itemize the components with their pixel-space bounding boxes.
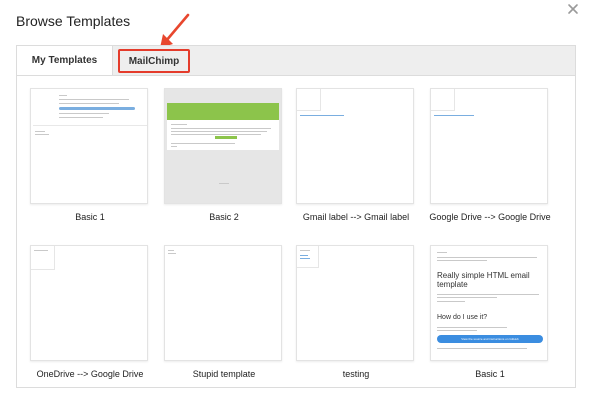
template-name: Basic 2 <box>209 212 239 222</box>
tab-mailchimp[interactable]: MailChimp <box>118 49 190 73</box>
template-name: Basic 1 <box>475 369 505 379</box>
template-name: Google Drive --> Google Drive <box>429 212 551 222</box>
preview-subheading: How do I use it? <box>437 314 488 321</box>
template-thumbnail <box>30 245 148 361</box>
template-thumbnail <box>430 88 548 204</box>
templates-grid: Basic 1 Basic 2 Gmail label --> Gmail la… <box>16 75 576 388</box>
tab-my-templates[interactable]: My Templates <box>17 46 113 76</box>
template-thumbnail <box>296 245 414 361</box>
template-thumbnail <box>30 88 148 204</box>
template-thumbnail <box>164 88 282 204</box>
template-name: OneDrive --> Google Drive <box>36 369 144 379</box>
template-name: Basic 1 <box>75 212 105 222</box>
template-name: Stupid template <box>192 369 256 379</box>
template-name: testing <box>342 369 370 379</box>
template-tabs: My Templates MailChimp <box>16 45 576 76</box>
dialog-title: Browse Templates <box>16 13 131 29</box>
template-thumbnail <box>164 245 282 361</box>
template-thumbnail <box>296 88 414 204</box>
template-name: Gmail label --> Gmail label <box>302 212 410 222</box>
preview-github-button: View the source and instructions on GitH… <box>437 335 543 343</box>
preview-heading: Really simple HTML email template <box>437 271 530 289</box>
template-thumbnail: Really simple HTML email template How do… <box>430 245 548 361</box>
close-icon[interactable] <box>566 2 580 16</box>
